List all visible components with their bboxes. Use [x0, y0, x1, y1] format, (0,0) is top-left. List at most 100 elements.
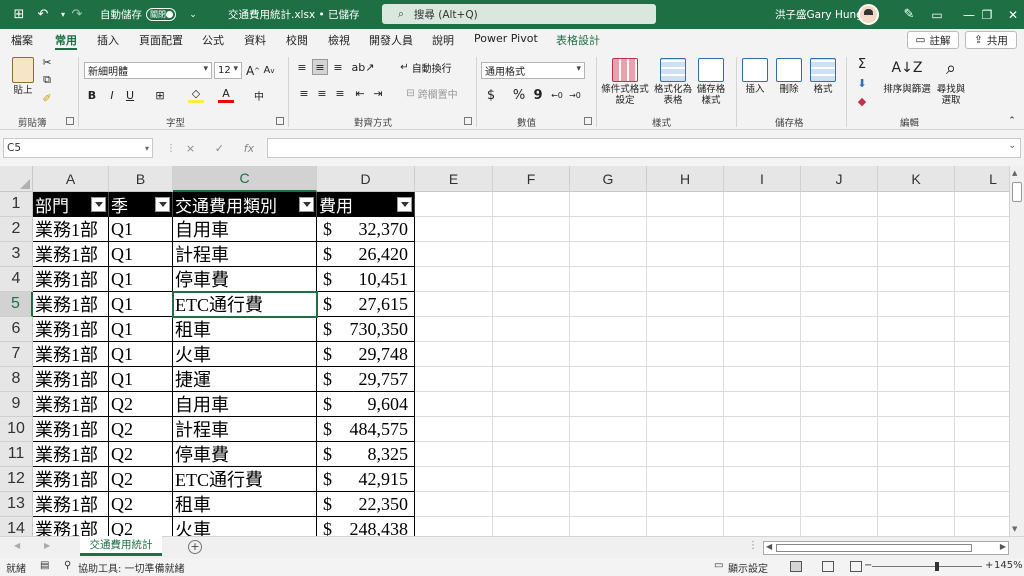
alignment-launcher-icon[interactable] — [464, 117, 472, 125]
cell-styles-icon[interactable] — [698, 58, 724, 82]
decrease-decimal-icon[interactable]: →0 — [567, 87, 583, 103]
tab-view[interactable]: 檢視 — [328, 32, 350, 50]
table-cell[interactable]: 業務1部 — [33, 417, 109, 442]
empty-cell[interactable] — [801, 442, 878, 467]
table-cell[interactable]: 業務1部 — [33, 467, 109, 492]
tab-table-design[interactable]: 表格設計 — [556, 32, 600, 50]
decrease-indent-icon[interactable]: ⇤ — [352, 85, 368, 101]
empty-cell[interactable] — [570, 317, 647, 342]
row-header[interactable]: 13 — [0, 492, 33, 517]
table-cell[interactable]: 業務1部 — [33, 367, 109, 392]
ribbon-display-icon[interactable]: ▭ — [920, 0, 954, 29]
empty-cell[interactable] — [878, 442, 955, 467]
empty-cell[interactable] — [801, 317, 878, 342]
empty-cell[interactable] — [955, 442, 1010, 467]
empty-cell[interactable] — [724, 442, 801, 467]
empty-cell[interactable] — [493, 292, 570, 317]
worksheet-grid[interactable]: A B C D E F G H I J K L 1 2 3 4 5 6 7 8 9 10 11 12 13 14 部門季交通費用類別… — [0, 166, 1010, 536]
align-left-icon[interactable]: ≡ — [296, 85, 312, 101]
table-cell[interactable]: 租車 — [173, 317, 317, 342]
column-header[interactable]: D — [317, 166, 415, 192]
table-cell[interactable]: 業務1部 — [33, 267, 109, 292]
table-cell[interactable]: ETC通行費 — [173, 467, 317, 492]
table-cell[interactable]: Q1 — [109, 217, 173, 242]
search-box[interactable]: ⌕ 搜尋 (Alt+Q) — [382, 4, 656, 24]
table-cell[interactable]: 業務1部 — [33, 317, 109, 342]
empty-cell[interactable] — [647, 192, 724, 217]
prev-sheet-icon[interactable]: ◀ — [14, 541, 20, 550]
table-cell[interactable]: Q1 — [109, 242, 173, 267]
avatar[interactable] — [858, 4, 879, 25]
empty-cell[interactable] — [647, 217, 724, 242]
italic-button[interactable]: I — [104, 87, 120, 103]
align-top-icon[interactable]: ≡ — [294, 59, 310, 75]
table-cell[interactable]: Q2 — [109, 442, 173, 467]
column-header[interactable]: I — [724, 166, 801, 192]
table-header-cell[interactable]: 交通費用類別 — [173, 192, 317, 217]
empty-cell[interactable] — [415, 367, 493, 392]
horizontal-scrollbar[interactable]: ◀ ▶ — [763, 541, 1009, 555]
borders-icon[interactable]: ⊞ — [152, 87, 168, 103]
empty-cell[interactable] — [955, 417, 1010, 442]
table-cell[interactable]: $484,575 — [317, 417, 415, 442]
column-header[interactable]: F — [493, 166, 570, 192]
empty-cell[interactable] — [878, 392, 955, 417]
paste-icon[interactable] — [12, 57, 34, 83]
row-header[interactable]: 3 — [0, 242, 33, 267]
empty-cell[interactable] — [724, 292, 801, 317]
empty-cell[interactable] — [801, 242, 878, 267]
table-cell[interactable]: $27,615 — [317, 292, 415, 317]
close-icon[interactable]: ✕ — [996, 0, 1024, 29]
empty-cell[interactable] — [415, 417, 493, 442]
conditional-formatting-label[interactable]: 條件式格式 設定 — [598, 84, 652, 106]
table-cell[interactable]: 業務1部 — [33, 492, 109, 517]
empty-cell[interactable] — [878, 367, 955, 392]
empty-cell[interactable] — [415, 392, 493, 417]
table-cell[interactable]: 計程車 — [173, 242, 317, 267]
currency-button[interactable]: $ — [481, 87, 501, 103]
empty-cell[interactable] — [415, 317, 493, 342]
empty-cell[interactable] — [647, 267, 724, 292]
find-select-icon[interactable]: ⌕ — [938, 56, 964, 80]
bold-button[interactable]: B — [84, 87, 100, 103]
autosum-icon[interactable]: Σ — [854, 56, 870, 72]
tab-developer[interactable]: 開發人員 — [369, 32, 413, 50]
empty-cell[interactable] — [724, 492, 801, 517]
document-title[interactable]: 交通費用統計.xlsx • 已儲存 — [228, 0, 360, 29]
tab-home[interactable]: 常用 — [55, 32, 77, 50]
empty-cell[interactable] — [878, 242, 955, 267]
empty-cell[interactable] — [878, 192, 955, 217]
table-cell[interactable]: Q2 — [109, 467, 173, 492]
table-cell[interactable]: Q1 — [109, 342, 173, 367]
table-cell[interactable]: $29,757 — [317, 367, 415, 392]
page-break-view-icon[interactable] — [850, 561, 862, 572]
empty-cell[interactable] — [955, 517, 1010, 536]
table-cell[interactable]: 租車 — [173, 492, 317, 517]
accessibility-icon[interactable]: ⚲ — [64, 560, 71, 571]
align-middle-icon[interactable]: ≡ — [312, 59, 328, 75]
column-header[interactable]: H — [647, 166, 724, 192]
empty-cell[interactable] — [724, 192, 801, 217]
find-select-label[interactable]: 尋找與 選取 — [932, 84, 970, 106]
empty-cell[interactable] — [955, 367, 1010, 392]
zoom-in-icon[interactable]: + — [985, 560, 993, 571]
empty-cell[interactable] — [878, 292, 955, 317]
empty-cell[interactable] — [955, 192, 1010, 217]
empty-cell[interactable] — [724, 392, 801, 417]
number-format-select[interactable]: 通用格式 ▾ — [481, 62, 585, 79]
table-cell[interactable]: $248,438 — [317, 517, 415, 536]
empty-cell[interactable] — [570, 442, 647, 467]
empty-cell[interactable] — [570, 417, 647, 442]
empty-cell[interactable] — [724, 317, 801, 342]
empty-cell[interactable] — [570, 342, 647, 367]
empty-cell[interactable] — [570, 192, 647, 217]
row-header[interactable]: 4 — [0, 267, 33, 292]
cell-styles-label[interactable]: 儲存格 樣式 — [690, 84, 732, 106]
empty-cell[interactable] — [493, 492, 570, 517]
shrink-font-button[interactable]: Av — [262, 62, 276, 79]
row-header[interactable]: 2 — [0, 217, 33, 242]
sort-filter-icon[interactable]: A↓Z — [892, 56, 923, 80]
increase-decimal-icon[interactable]: ←0 — [549, 87, 565, 103]
macro-record-icon[interactable]: ▤ — [40, 560, 49, 571]
empty-cell[interactable] — [415, 467, 493, 492]
